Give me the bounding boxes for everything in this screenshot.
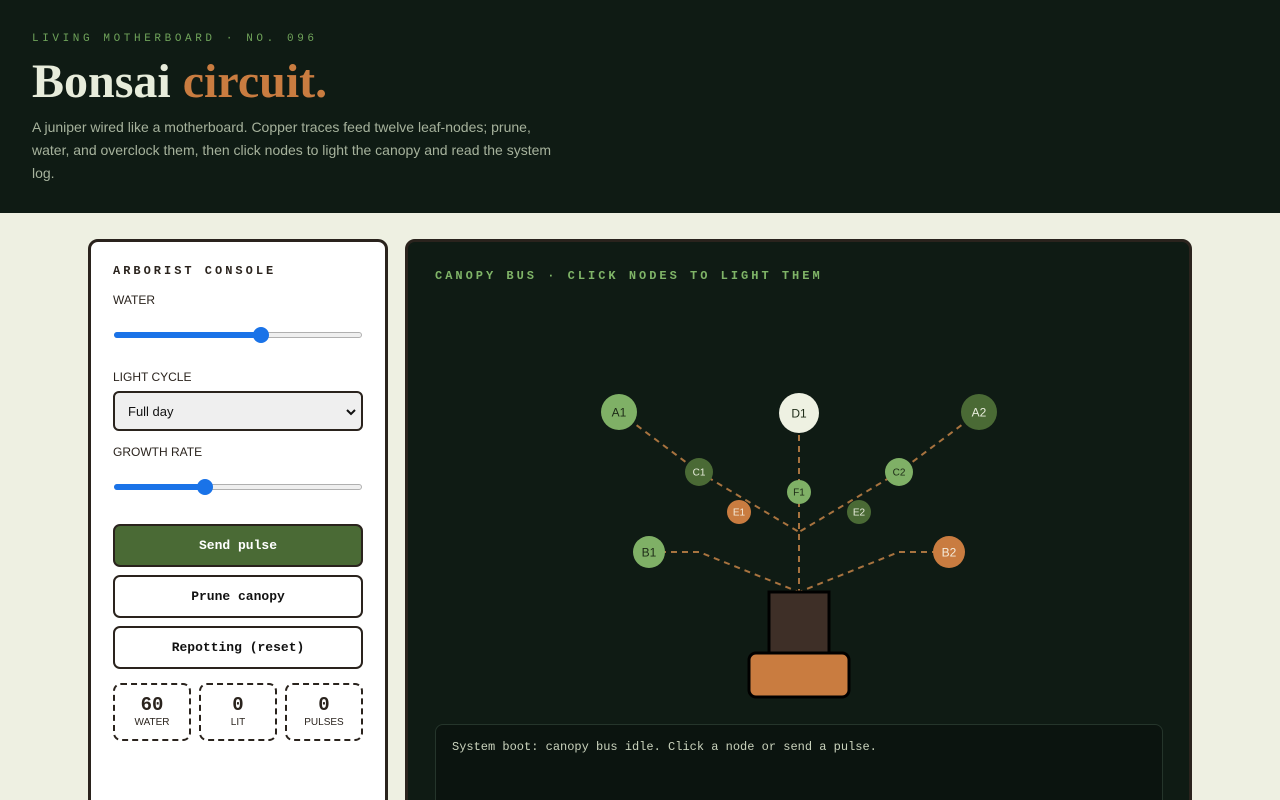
canopy-node-f1[interactable]: F1 bbox=[787, 480, 811, 504]
arborist-console: ARBORIST CONSOLE WATER LIGHT CYCLE Full … bbox=[88, 239, 388, 800]
canopy-node-e2[interactable]: E2 bbox=[847, 500, 871, 524]
water-label: WATER bbox=[113, 293, 155, 307]
prune-canopy-button[interactable]: Prune canopy bbox=[113, 575, 363, 618]
water-slider[interactable] bbox=[113, 327, 363, 343]
stat-lit: 0 LIT bbox=[199, 683, 277, 741]
stat-water-value: 60 bbox=[140, 694, 164, 716]
repotting-reset-button[interactable]: Repotting (reset) bbox=[113, 626, 363, 669]
canopy-node-b1[interactable]: B1 bbox=[633, 536, 665, 568]
stat-water-label: WATER bbox=[134, 717, 170, 728]
system-log: System boot: canopy bus idle. Click a no… bbox=[435, 724, 1163, 800]
water-slider-thumb[interactable] bbox=[253, 327, 270, 343]
node-label: C2 bbox=[893, 468, 906, 479]
title-main: Bonsai bbox=[32, 55, 171, 108]
stat-lit-value: 0 bbox=[232, 694, 244, 716]
canopy-node-b2[interactable]: B2 bbox=[933, 536, 965, 568]
node-label: B2 bbox=[942, 546, 957, 560]
console-title: ARBORIST CONSOLE bbox=[113, 264, 277, 278]
send-pulse-button[interactable]: Send pulse bbox=[113, 524, 363, 567]
water-slider-fill bbox=[114, 332, 262, 338]
node-label: E2 bbox=[853, 508, 866, 519]
node-label: C1 bbox=[693, 468, 706, 479]
growth-rate-label: GROWTH RATE bbox=[113, 445, 203, 459]
stat-lit-label: LIT bbox=[230, 717, 246, 728]
canopy-node-d1[interactable]: D1 bbox=[779, 393, 819, 433]
hero-header: LIVING MOTHERBOARD · NO. 096 Bonsai circ… bbox=[0, 0, 1280, 213]
canopy-node-a1[interactable]: A1 bbox=[601, 394, 637, 430]
light-cycle-label: LIGHT CYCLE bbox=[113, 370, 192, 384]
light-cycle-value: Full day bbox=[128, 404, 174, 419]
canopy-node-c2[interactable]: C2 bbox=[885, 458, 913, 486]
intro-text: A juniper wired like a motherboard. Copp… bbox=[32, 119, 552, 181]
growth-rate-slider[interactable] bbox=[113, 479, 363, 495]
light-cycle-select[interactable]: Full day bbox=[113, 391, 363, 431]
stat-water: 60 WATER bbox=[113, 683, 191, 741]
title-accent: circuit. bbox=[182, 55, 328, 108]
node-label: A1 bbox=[612, 406, 627, 420]
stat-pulses-label: PULSES bbox=[304, 717, 344, 728]
canopy-node-c1[interactable]: C1 bbox=[685, 458, 713, 486]
chevron-down-icon bbox=[346, 409, 356, 416]
node-label: D1 bbox=[791, 407, 807, 421]
copper-trace bbox=[798, 551, 949, 593]
eyebrow-label: LIVING MOTHERBOARD · NO. 096 bbox=[32, 33, 318, 45]
growth-slider-thumb[interactable] bbox=[197, 479, 214, 495]
canopy-node-e1[interactable]: E1 bbox=[727, 500, 751, 524]
node-label: B1 bbox=[642, 546, 657, 560]
page-title: Bonsai circuit. bbox=[32, 54, 327, 109]
trunk bbox=[767, 590, 831, 658]
stat-pulses: 0 PULSES bbox=[285, 683, 363, 741]
growth-slider-fill bbox=[114, 484, 206, 490]
node-label: A2 bbox=[972, 406, 987, 420]
bonsai-tree-diagram: A1 D1 A2 C1 C2 F1 E1 E2 B1 B2 bbox=[601, 393, 997, 699]
node-label: F1 bbox=[793, 488, 805, 499]
copper-trace bbox=[649, 551, 800, 593]
log-line: System boot: canopy bus idle. Click a no… bbox=[452, 740, 877, 754]
canopy-node-a2[interactable]: A2 bbox=[961, 394, 997, 430]
canopy-panel: CANOPY BUS · CLICK NODES TO LIGHT THEM A… bbox=[405, 239, 1192, 800]
pot bbox=[747, 651, 851, 699]
stat-pulses-value: 0 bbox=[318, 694, 330, 716]
node-label: E1 bbox=[733, 508, 746, 519]
